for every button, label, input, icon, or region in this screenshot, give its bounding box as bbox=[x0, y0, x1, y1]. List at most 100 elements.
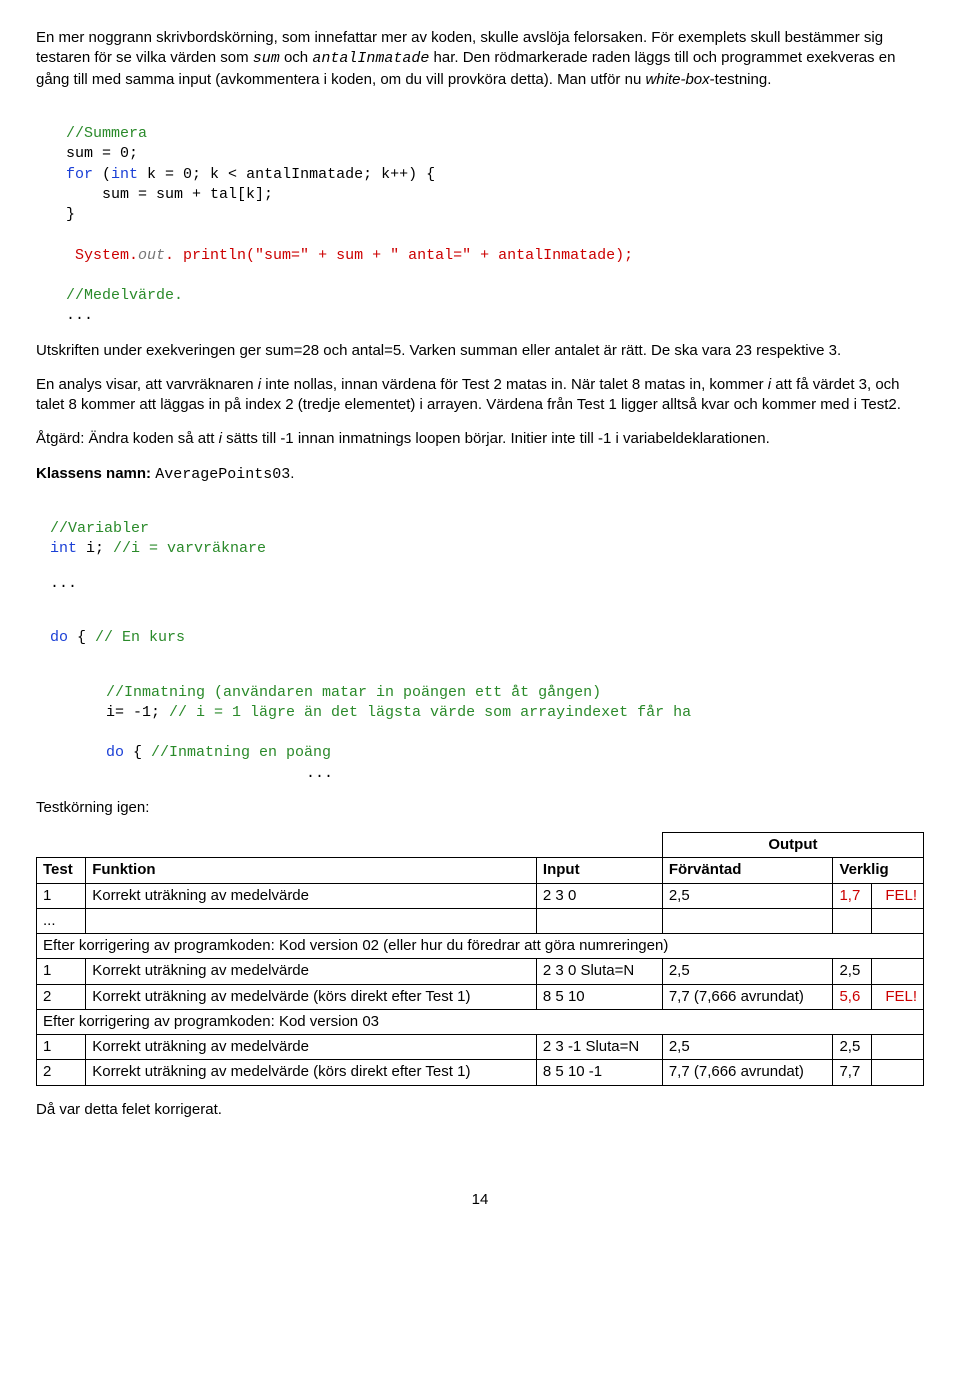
rerun-label: Testkörning igen: bbox=[36, 798, 924, 818]
cell-funktion: Korrekt uträkning av medelvärde bbox=[86, 883, 537, 908]
cell-verklig: 2,5 bbox=[833, 959, 872, 984]
cell-forvantad: 2,5 bbox=[662, 883, 833, 908]
cell-input bbox=[536, 908, 662, 933]
cell-funktion: Korrekt uträkning av medelvärde bbox=[86, 959, 537, 984]
cell-funktion: Korrekt uträkning av medelvärde bbox=[86, 1035, 537, 1060]
code-line: } bbox=[66, 206, 75, 223]
cell-input: 8 5 10 -1 bbox=[536, 1060, 662, 1085]
cell-test: ... bbox=[37, 908, 86, 933]
text: . bbox=[290, 465, 294, 482]
cell-fel: FEL! bbox=[872, 883, 924, 908]
cell-band: Efter korrigering av programkoden: Kod v… bbox=[37, 1009, 924, 1034]
table-row: 1 Korrekt uträkning av medelvärde 2 3 0 … bbox=[37, 959, 924, 984]
code-red-line: System.out. println("sum=" + sum + " ant… bbox=[66, 247, 633, 264]
code-text: i; bbox=[77, 540, 113, 557]
cell-verklig bbox=[833, 908, 872, 933]
code-line: sum = sum + tal[k]; bbox=[66, 186, 273, 203]
table-row: 2 Korrekt uträkning av medelvärde (körs … bbox=[37, 984, 924, 1009]
table-band-row: Efter korrigering av programkoden: Kod v… bbox=[37, 1009, 924, 1034]
cell-test: 1 bbox=[37, 959, 86, 984]
th-blank bbox=[536, 833, 662, 858]
th-test: Test bbox=[37, 858, 86, 883]
code-keyword: int bbox=[111, 166, 138, 183]
cell-fel bbox=[872, 1035, 924, 1060]
th-output: Output bbox=[662, 833, 923, 858]
code-comment: //Variabler bbox=[50, 520, 149, 537]
cell-forvantad: 2,5 bbox=[662, 1035, 833, 1060]
intro-paragraph: En mer noggrann skrivbordskörning, som i… bbox=[36, 28, 924, 90]
code-keyword: int bbox=[50, 540, 77, 557]
table-row: 2 Korrekt uträkning av medelvärde (körs … bbox=[37, 1060, 924, 1085]
page-number: 14 bbox=[36, 1190, 924, 1210]
code-line: sum = 0; bbox=[66, 145, 138, 162]
table-row: ... bbox=[37, 908, 924, 933]
cell-forvantad: 7,7 (7,666 avrundat) bbox=[662, 984, 833, 1009]
cell-verklig: 2,5 bbox=[833, 1035, 872, 1060]
cell-test: 1 bbox=[37, 883, 86, 908]
closing-paragraph: Då var detta felet korrigerat. bbox=[36, 1100, 924, 1120]
table-header-row: Output bbox=[37, 833, 924, 858]
label: Klassens namn: bbox=[36, 465, 155, 482]
code-keyword: for bbox=[66, 166, 93, 183]
th-verklig: Verklig bbox=[833, 858, 924, 883]
cell-funktion: Korrekt uträkning av medelvärde (körs di… bbox=[86, 984, 537, 1009]
text: och bbox=[280, 49, 313, 66]
th-funktion: Funktion bbox=[86, 858, 537, 883]
cell-test: 1 bbox=[37, 1035, 86, 1060]
code-line: i= -1; bbox=[106, 704, 169, 721]
analysis-paragraph: En analys visar, att varvräknaren i inte… bbox=[36, 375, 924, 416]
cell-fel bbox=[872, 959, 924, 984]
th-blank bbox=[86, 833, 537, 858]
code-comment: //Inmatning en poäng bbox=[151, 744, 331, 761]
classname-paragraph: Klassens namn: AveragePoints03. bbox=[36, 464, 924, 485]
cell-verklig: 7,7 bbox=[833, 1060, 872, 1085]
cell-fel bbox=[872, 1060, 924, 1085]
text: Åtgärd: Ändra koden så att bbox=[36, 430, 219, 447]
code-dots: ... bbox=[66, 307, 93, 324]
th-forvantad: Förväntad bbox=[662, 858, 833, 883]
table-band-row: Efter korrigering av programkoden: Kod v… bbox=[37, 934, 924, 959]
cell-test: 2 bbox=[37, 984, 86, 1009]
cell-verklig: 1,7 bbox=[833, 883, 872, 908]
cell-fel: FEL! bbox=[872, 984, 924, 1009]
code-var-antal: antalInmatade bbox=[312, 50, 429, 67]
table-header-row: Test Funktion Input Förväntad Verklig bbox=[37, 858, 924, 883]
cell-forvantad: 2,5 bbox=[662, 959, 833, 984]
italic-text: white-box bbox=[645, 71, 709, 88]
code-comment: //Summera bbox=[66, 125, 147, 142]
code-text: { bbox=[124, 744, 151, 761]
code-comment: //Medelvärde. bbox=[66, 287, 183, 304]
cell-funktion: Korrekt uträkning av medelvärde (körs di… bbox=[86, 1060, 537, 1085]
code-comment: //i = varvräknare bbox=[113, 540, 266, 557]
result-paragraph: Utskriften under exekveringen ger sum=28… bbox=[36, 341, 924, 361]
cell-funktion bbox=[86, 908, 537, 933]
table-row: 1 Korrekt uträkning av medelvärde 2 3 -1… bbox=[37, 1035, 924, 1060]
code-keyword: do bbox=[50, 629, 68, 646]
code-dots: ... bbox=[36, 574, 924, 594]
code-keyword: do bbox=[106, 744, 124, 761]
text: sätts till -1 innan inmatnings loopen bö… bbox=[222, 430, 770, 447]
table-row: 1 Korrekt uträkning av medelvärde 2 3 0 … bbox=[37, 883, 924, 908]
cell-test: 2 bbox=[37, 1060, 86, 1085]
code-comment: // i = 1 lägre än det lägsta värde som a… bbox=[169, 704, 691, 721]
text: inte nollas, innan värdena för Test 2 ma… bbox=[261, 376, 768, 393]
code-text: k = 0; k < antalInmatade; k++) { bbox=[138, 166, 435, 183]
text: -testning. bbox=[710, 71, 772, 88]
classname-value: AveragePoints03 bbox=[155, 466, 290, 483]
cell-forvantad: 7,7 (7,666 avrundat) bbox=[662, 1060, 833, 1085]
code-dots: ... bbox=[106, 765, 333, 782]
code-block-variabler: //Variabler int i; //i = varvräknare bbox=[36, 499, 924, 560]
cell-input: 2 3 0 bbox=[536, 883, 662, 908]
code-var-sum: sum bbox=[253, 50, 280, 67]
code-block-inner: //Inmatning (användaren matar in poängen… bbox=[36, 662, 924, 784]
code-comment: // En kurs bbox=[95, 629, 185, 646]
code-block-do: do { // En kurs bbox=[36, 608, 924, 649]
code-comment: //Inmatning (användaren matar in poängen… bbox=[106, 684, 601, 701]
code-text: { bbox=[68, 629, 95, 646]
cell-verklig: 5,6 bbox=[833, 984, 872, 1009]
th-input: Input bbox=[536, 858, 662, 883]
cell-band: Efter korrigering av programkoden: Kod v… bbox=[37, 934, 924, 959]
code-text: ( bbox=[93, 166, 111, 183]
cell-input: 2 3 -1 Sluta=N bbox=[536, 1035, 662, 1060]
text: En analys visar, att varvräknaren bbox=[36, 376, 258, 393]
